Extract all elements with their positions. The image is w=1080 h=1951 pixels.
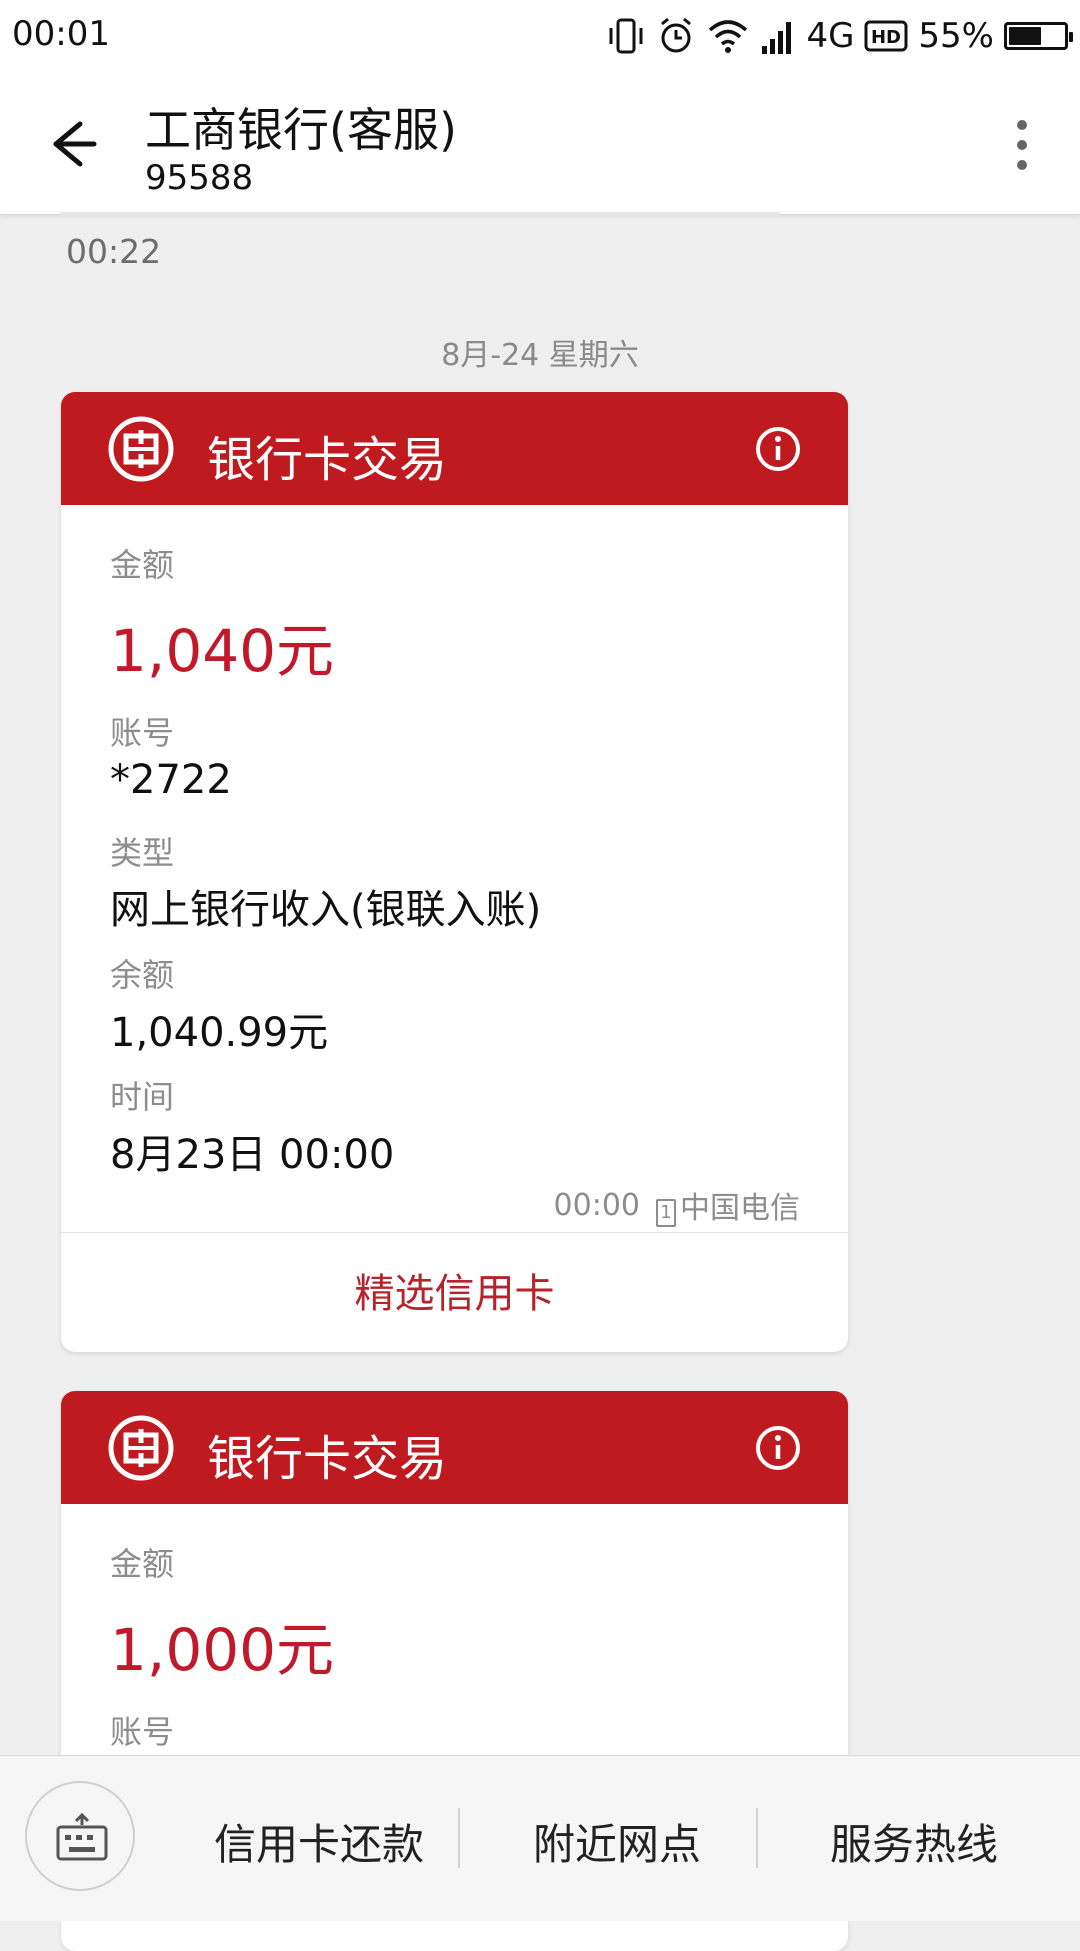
transaction-card[interactable]: 银行卡交易 金额 1,040元 账号 *2722 类型 网上银行收入(银联入账)… — [61, 392, 848, 1352]
signal-icon — [762, 22, 792, 54]
info-icon[interactable] — [754, 1424, 802, 1472]
more-vertical-icon[interactable] — [1002, 117, 1042, 173]
keyboard-toggle-button[interactable] — [25, 1781, 135, 1891]
card-title: 银行卡交易 — [207, 432, 448, 488]
amount-value: 1,040元 — [110, 617, 335, 685]
menu-nearby-branches[interactable]: 附近网点 — [533, 1811, 701, 1872]
amount-label: 金额 — [110, 1545, 175, 1583]
type-value: 网上银行收入(银联入账) — [110, 887, 542, 933]
info-icon[interactable] — [754, 425, 802, 473]
network-type: 4G — [806, 16, 855, 56]
hd-icon: HD — [864, 20, 908, 52]
status-time: 00:01 — [12, 14, 110, 54]
conversation-header: 工商银行(客服) 95588 — [0, 72, 1080, 215]
status-icons: 4G HD 55% — [606, 12, 1073, 60]
account-label: 账号 — [110, 1713, 175, 1751]
time-label: 时间 — [110, 1078, 175, 1116]
alarm-icon — [661, 17, 692, 53]
keyboard-icon — [56, 1813, 108, 1861]
icbc-logo-icon — [108, 1415, 174, 1481]
battery-percent: 55% — [918, 16, 994, 56]
amount-label: 金额 — [110, 546, 175, 584]
bottom-menu-bar: 信用卡还款 附近网点 服务热线 — [0, 1755, 1080, 1921]
carrier-name: 中国电信 — [680, 1191, 800, 1226]
card-header: 银行卡交易 — [61, 1391, 848, 1504]
wifi-icon — [709, 20, 748, 53]
menu-separator — [756, 1808, 758, 1868]
back-arrow-icon[interactable] — [40, 112, 104, 176]
carrier-info: 1 中国电信 — [656, 1183, 800, 1227]
svg-text:HD: HD — [871, 27, 901, 48]
card-divider — [61, 1232, 848, 1233]
card-title: 银行卡交易 — [207, 1431, 448, 1487]
amount-value: 1,000元 — [110, 1616, 335, 1684]
status-bar: 00:01 4G HD 55% — [0, 0, 1080, 72]
balance-label: 余额 — [110, 956, 175, 994]
time-value: 8月23日 00:00 — [110, 1132, 395, 1178]
icbc-logo-icon — [108, 416, 174, 482]
contact-number: 95588 — [145, 158, 254, 198]
sim-slot-icon: 1 — [656, 1198, 676, 1227]
previous-message-bubble — [60, 212, 780, 216]
previous-message-time: 00:22 — [66, 232, 162, 271]
date-separator: 8月-24 星期六 — [441, 338, 639, 373]
balance-value: 1,040.99元 — [110, 1010, 329, 1056]
account-label: 账号 — [110, 714, 175, 752]
menu-separator — [458, 1808, 460, 1868]
received-time: 00:00 — [553, 1187, 640, 1223]
menu-credit-card-repayment[interactable]: 信用卡还款 — [214, 1811, 424, 1872]
card-header: 银行卡交易 — [61, 392, 848, 505]
contact-name: 工商银行(客服) — [145, 103, 457, 157]
type-label: 类型 — [110, 834, 175, 872]
message-meta: 00:00 1 中国电信 — [554, 1183, 800, 1227]
menu-service-hotline[interactable]: 服务热线 — [830, 1811, 998, 1872]
card-action-button[interactable]: 精选信用卡 — [61, 1261, 848, 1319]
battery-icon — [1004, 22, 1073, 50]
account-value: *2722 — [110, 757, 232, 803]
vibrate-icon — [609, 18, 643, 54]
